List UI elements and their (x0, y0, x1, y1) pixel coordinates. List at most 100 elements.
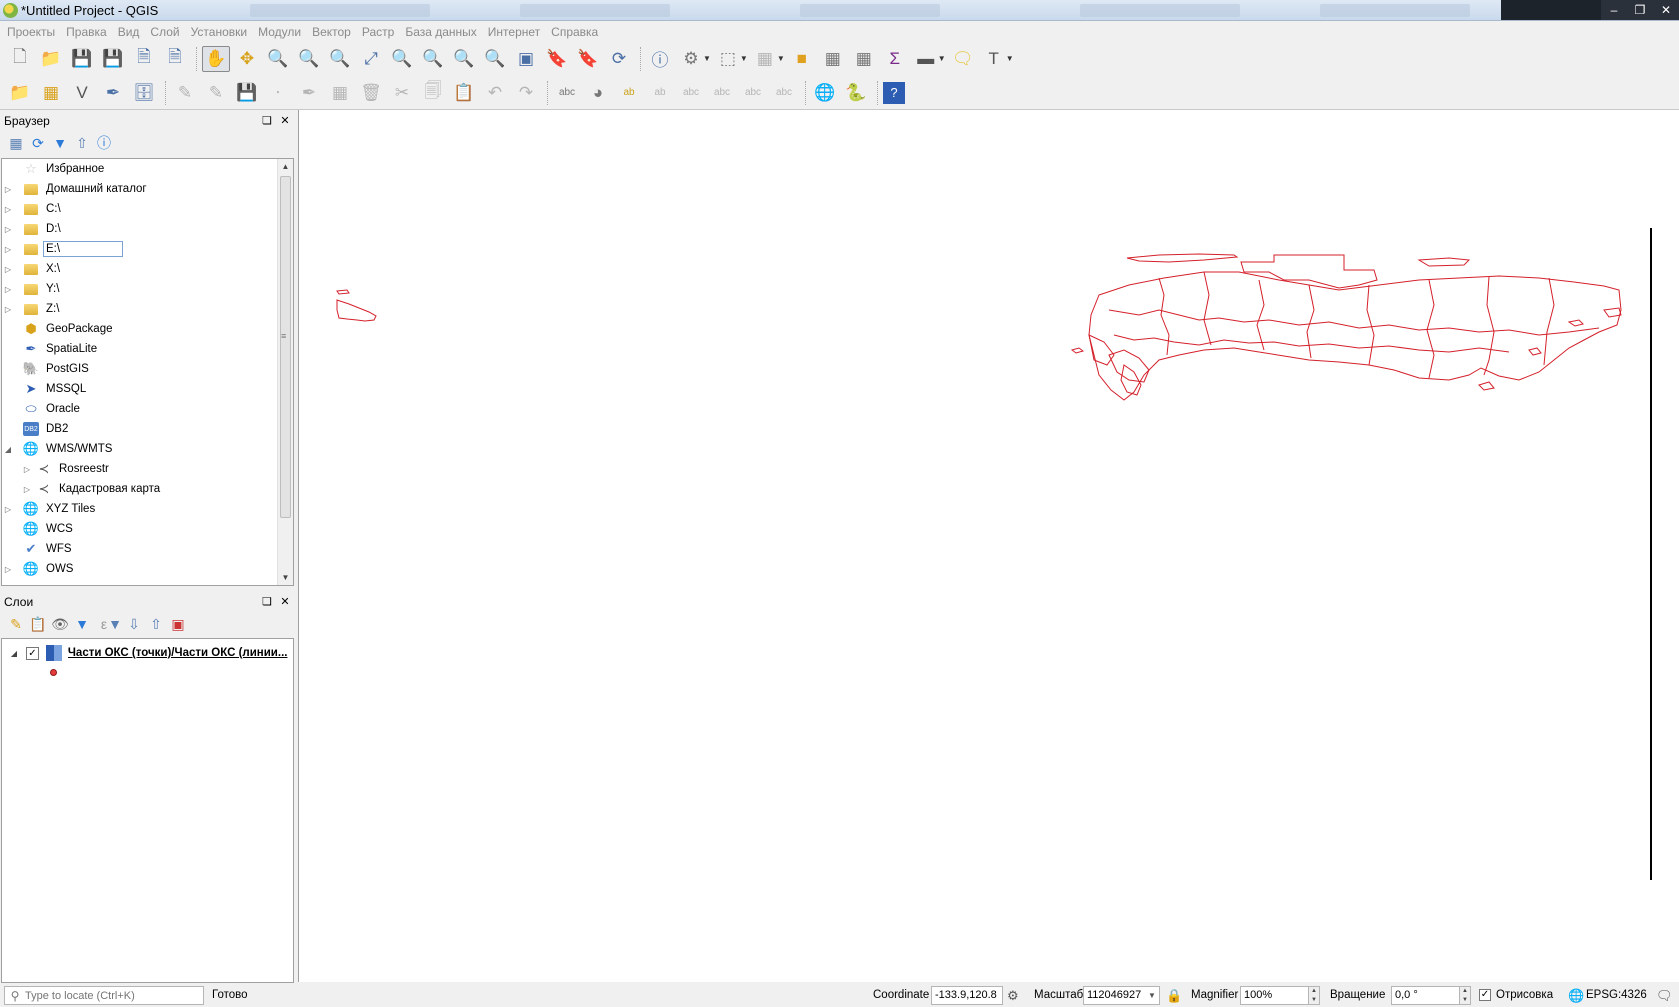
copy-features-icon[interactable]: 🗐 (419, 80, 447, 106)
modify-attributes-icon[interactable]: ▦ (326, 80, 354, 106)
float-panel-icon[interactable]: ❏ (260, 595, 274, 609)
new-bookmark-icon[interactable]: 🔖 (543, 46, 571, 72)
tree-item-cadastral-map[interactable]: ▷ ≺ Кадастровая карта (2, 479, 293, 499)
rotate-label-icon[interactable]: abc (739, 80, 767, 106)
crs-label[interactable]: EPSG:4326 (1586, 989, 1647, 1001)
map-tips-icon[interactable]: 🗨 (949, 46, 977, 72)
expand-arrow-icon[interactable]: ▷ (2, 265, 14, 274)
open-project-icon[interactable]: 📁 (37, 46, 65, 72)
tree-item-drive-x[interactable]: ▷ X:\ (2, 259, 293, 279)
crs-globe-icon[interactable]: 🌐 (1568, 988, 1584, 1004)
save-layer-edits-icon[interactable]: 💾 (233, 80, 261, 106)
lock-scale-icon[interactable]: 🔒 (1166, 988, 1182, 1004)
scrollbar-thumb[interactable] (280, 176, 291, 518)
chevron-down-icon[interactable]: ▼ (1006, 54, 1014, 63)
zoom-out-icon[interactable]: 🔍 (295, 46, 323, 72)
toggle-editing-icon[interactable]: ✎ (202, 80, 230, 106)
chevron-down-icon[interactable]: ▼ (108, 614, 122, 634)
menu-edit[interactable]: Правка (63, 22, 115, 41)
tree-item-wfs[interactable]: ✔ WFS (2, 539, 293, 559)
expand-arrow-icon[interactable]: ▷ (2, 565, 14, 574)
add-group-icon[interactable]: 📋 (27, 614, 49, 634)
scroll-up-icon[interactable]: ▲ (278, 159, 293, 174)
add-feature-icon[interactable]: ⋅ (264, 80, 292, 106)
tree-item-geopackage[interactable]: ⬢ GeoPackage (2, 319, 293, 339)
expand-arrow-icon[interactable]: ▷ (2, 185, 14, 194)
minimize-icon[interactable]: – (1601, 0, 1627, 20)
save-as-icon[interactable]: 💾 (99, 46, 127, 72)
new-temporary-layer-icon[interactable]: 🗄 (130, 80, 158, 106)
tree-item-drive-d[interactable]: ▷ D:\ (2, 219, 293, 239)
close-icon[interactable]: ✕ (1653, 0, 1679, 20)
new-map-view-icon[interactable]: ▣ (512, 46, 540, 72)
expand-arrow-icon[interactable]: ▷ (21, 465, 33, 474)
current-edits-icon[interactable]: ✎ (171, 80, 199, 106)
collapse-arrow-icon[interactable]: ◢ (2, 445, 14, 454)
run-feature-action-icon[interactable]: ⚙ (677, 46, 705, 72)
undo-icon[interactable]: ↶ (481, 80, 509, 106)
move-label-icon[interactable]: abc (708, 80, 736, 106)
cut-features-icon[interactable]: ✂ (388, 80, 416, 106)
zoom-to-selection-icon[interactable]: 🔍 (388, 46, 416, 72)
open-attribute-table-icon[interactable]: ▦ (819, 46, 847, 72)
magnifier-spin-icon[interactable]: ▲ ▼ (1308, 986, 1320, 1005)
menu-layer[interactable]: Слой (147, 22, 187, 41)
pan-to-selection-icon[interactable]: ✥ (233, 46, 261, 72)
expand-arrow-icon[interactable]: ▷ (2, 505, 14, 514)
new-print-layout-icon[interactable]: 🗎 (130, 46, 158, 72)
data-source-manager-icon[interactable]: 📁 (6, 80, 34, 106)
tree-item-wcs[interactable]: 🌐 WCS (2, 519, 293, 539)
expand-arrow-icon[interactable]: ▷ (2, 225, 14, 234)
scroll-down-icon[interactable]: ▼ (278, 570, 293, 585)
expand-arrow-icon[interactable]: ▷ (2, 245, 14, 254)
coordinate-toggle-icon[interactable]: ⚙ (1007, 988, 1019, 1004)
show-hide-labels-icon[interactable]: abc (677, 80, 705, 106)
chevron-down-icon[interactable]: ▼ (1148, 991, 1156, 1000)
tree-item-xyz-tiles[interactable]: ▷ 🌐 XYZ Tiles (2, 499, 293, 519)
expand-arrow-icon[interactable]: ▷ (21, 485, 33, 494)
new-spatialite-layer-icon[interactable]: ✒ (99, 80, 127, 106)
expand-arrow-icon[interactable]: ▷ (2, 305, 14, 314)
rotation-field[interactable]: 0,0 ° (1391, 986, 1461, 1005)
expand-arrow-icon[interactable]: ▷ (2, 205, 14, 214)
text-annotation-icon[interactable]: T (980, 46, 1008, 72)
measure-line-icon[interactable]: ▬ (912, 46, 940, 72)
manage-themes-icon[interactable]: 👁 (49, 614, 71, 634)
tree-item-db2[interactable]: DB2 DB2 (2, 419, 293, 439)
tree-item-wms[interactable]: ◢ 🌐 WMS/WMTS (2, 439, 293, 459)
tree-item-spatialite[interactable]: ✒ SpatiaLite (2, 339, 293, 359)
highlight-pinned-labels-icon[interactable]: ab (615, 80, 643, 106)
close-panel-icon[interactable]: ✕ (278, 595, 292, 609)
collapse-all-icon[interactable]: ⇧ (71, 133, 93, 153)
new-geopackage-layer-icon[interactable]: ▦ (37, 80, 65, 106)
layout-manager-icon[interactable]: 🗎 (161, 46, 189, 72)
refresh-icon[interactable]: ⟳ (27, 133, 49, 153)
tree-item-rosreestr[interactable]: ▷ ≺ Rosreestr (2, 459, 293, 479)
locator-bar[interactable]: ⚲ (4, 986, 204, 1005)
tree-item-ows[interactable]: ▷ 🌐 OWS (2, 559, 293, 579)
chevron-down-icon[interactable]: ▼ (777, 54, 785, 63)
zoom-native-icon[interactable]: 🔍 (326, 46, 354, 72)
filter-icon[interactable]: ▼ (49, 133, 71, 153)
zoom-to-layer-icon[interactable]: 🔍 (419, 46, 447, 72)
paste-features-icon[interactable]: 📋 (450, 80, 478, 106)
tree-item-drive-y[interactable]: ▷ Y:\ (2, 279, 293, 299)
tree-item-drive-e[interactable]: ▷ E:\ (2, 239, 293, 259)
identify-features-icon[interactable]: ⓘ (646, 46, 674, 72)
expand-arrow-icon[interactable]: ▷ (2, 285, 14, 294)
layers-tree[interactable]: ◢ ✓ Части ОКС (точки)/Части ОКС (линии..… (1, 638, 294, 983)
save-project-icon[interactable]: 💾 (68, 46, 96, 72)
magnifier-field[interactable]: 100% (1240, 986, 1310, 1005)
show-bookmarks-icon[interactable]: 🔖 (574, 46, 602, 72)
tree-item-postgis[interactable]: 🐘 PostGIS (2, 359, 293, 379)
properties-info-icon[interactable]: ⓘ (93, 133, 115, 153)
collapse-arrow-icon[interactable]: ◢ (8, 649, 20, 658)
menu-help[interactable]: Справка (548, 22, 606, 41)
python-console-icon[interactable]: 🐍 (842, 80, 870, 106)
delete-selected-icon[interactable]: 🗑 (357, 80, 385, 106)
collapse-all-icon[interactable]: ⇧ (145, 614, 167, 634)
tree-item-mssql[interactable]: ➤ MSSQL (2, 379, 293, 399)
style-panel-icon[interactable]: ✎ (5, 614, 27, 634)
redo-icon[interactable]: ↷ (512, 80, 540, 106)
menu-web[interactable]: Интернет (485, 22, 548, 41)
